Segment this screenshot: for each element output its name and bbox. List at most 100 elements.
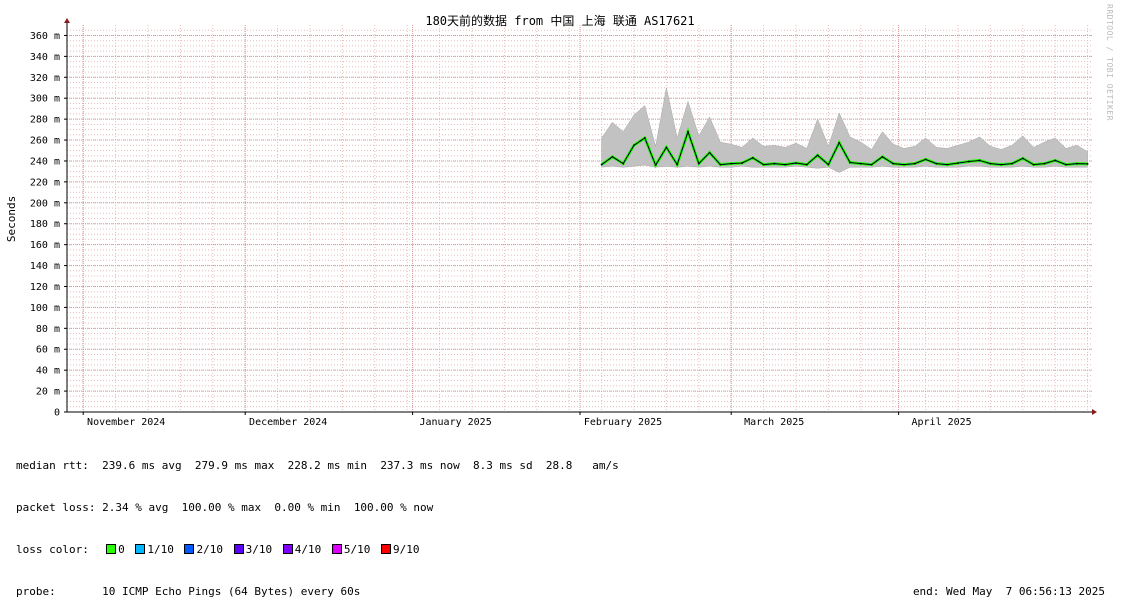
y-tick-label: 60 m (36, 345, 60, 356)
median-rtt-point (989, 162, 992, 165)
median-rtt-point (859, 162, 862, 165)
legend-loss-max: 100.00 % max (181, 501, 262, 514)
y-tick-label: 200 m (30, 198, 60, 209)
median-rtt-point (881, 155, 884, 158)
grid (67, 25, 1093, 412)
loss-color-label: 0 (118, 543, 132, 556)
median-rtt-point (762, 163, 765, 166)
median-rtt-point (903, 163, 905, 166)
legend-probe-label: probe: (16, 585, 56, 598)
loss-color-swatch (282, 544, 293, 554)
x-tick-label: December 2024 (249, 417, 327, 428)
median-rtt-point (773, 162, 776, 165)
y-tick-label: 260 m (30, 136, 60, 147)
loss-color-label: 2/10 (196, 543, 230, 556)
legend-median-avg: 239.6 ms avg (102, 459, 182, 472)
legend-probe-text: 10 ICMP Echo Pings (64 Bytes) every 60s (102, 585, 361, 598)
legend-color-label: loss color: (16, 543, 89, 556)
median-rtt-point (633, 144, 635, 147)
median-rtt-point (600, 163, 603, 166)
y-tick-label: 340 m (30, 52, 60, 63)
legend-loss-avg: 2.34 % avg (102, 501, 169, 514)
legend-median-row: median rtt: 239.6 ms avg 279.9 ms max 22… (16, 459, 1111, 473)
median-rtt-point (892, 162, 895, 165)
median-rtt-point (719, 163, 722, 166)
median-rtt-point (676, 163, 679, 166)
loss-color-label: 1/10 (147, 543, 181, 556)
y-axis-label: Seconds (5, 196, 18, 242)
loss-color-label: 4/10 (294, 543, 328, 556)
median-rtt-point (946, 163, 949, 166)
x-tick-label: April 2025 (911, 417, 971, 428)
median-rtt-point (611, 155, 614, 158)
median-rtt-point (643, 137, 646, 139)
loss-color-label: 9/10 (392, 543, 427, 556)
median-rtt-point (957, 162, 959, 164)
median-rtt-point (913, 162, 916, 165)
median-rtt-point (730, 162, 733, 165)
median-rtt-point (708, 151, 711, 154)
median-rtt-point (1011, 162, 1013, 165)
median-rtt-point (849, 161, 851, 164)
median-rtt-point (1054, 159, 1057, 162)
y-tick-label: 100 m (30, 303, 60, 314)
legend-loss-row: packet loss: 2.34 % avg 100.00 % max 0.0… (16, 501, 1111, 515)
median-rtt-point (687, 130, 689, 133)
x-tick-label: January 2025 (419, 417, 491, 428)
legend-loss-min: 0.00 % min (274, 501, 341, 514)
legend-color-row: loss color: 0 1/10 2/10 3/10 4/10 5/10 9… (16, 543, 1111, 557)
median-rtt-point (1021, 157, 1024, 160)
watermark: RRDTOOL / TOBI OETIKER (1105, 4, 1114, 121)
legend-loss-now: 100.00 % now (353, 501, 434, 514)
end-time: end: Wed May 7 06:56:13 2025 (912, 585, 1105, 598)
smokeping-chart: 0 20 m 40 m 60 m 80 m 100 m 120 m 140 m 160 m 180… (5, 13, 1097, 428)
y-tick-label: 40 m (36, 366, 60, 377)
x-axis-arrow (1092, 409, 1097, 415)
median-rtt-point (816, 154, 819, 157)
y-tick-label: 240 m (30, 156, 60, 167)
legend: median rtt: 239.6 ms avg 279.9 ms max 22… (16, 431, 1111, 613)
median-rtt-point (978, 159, 981, 162)
median-rtt-point (751, 156, 754, 159)
legend-median-label: median rtt: (16, 459, 89, 472)
median-rtt-point (1075, 162, 1078, 165)
axes: 0 20 m 40 m 60 m 80 m 100 m 120 m 140 m 160 m 180… (30, 18, 1097, 428)
legend-median-now: 237.3 ms now (380, 459, 460, 472)
y-tick-label: 320 m (30, 73, 60, 84)
loss-color-swatches: 0 1/10 2/10 3/10 4/10 5/10 9/10 (102, 543, 426, 556)
x-tick-label: November 2024 (87, 417, 165, 428)
median-rtt-point (827, 163, 830, 166)
y-axis-arrow (64, 18, 70, 23)
median-rtt-point (1000, 163, 1003, 166)
y-tick-label: 160 m (30, 240, 60, 251)
loss-color-swatch (106, 544, 117, 554)
loss-color-swatch (135, 544, 146, 554)
y-tick-label: 220 m (30, 177, 60, 188)
median-rtt-point (870, 163, 873, 166)
legend-probe-row: probe: 10 ICMP Echo Pings (64 Bytes) eve… (16, 585, 1111, 599)
median-rtt-point (1032, 163, 1035, 166)
y-tick-label: 300 m (30, 94, 60, 105)
median-rtt-point (967, 160, 970, 163)
legend-median-ams: 28.8 am/s (545, 459, 619, 472)
median-rtt-point (1043, 162, 1046, 165)
y-tick-label: 360 m (30, 31, 60, 42)
y-tick-label: 20 m (36, 387, 60, 398)
loss-color-swatch (233, 544, 244, 554)
loss-color-swatch (184, 544, 195, 554)
median-rtt-point (838, 141, 841, 144)
y-tick-label: 80 m (36, 324, 60, 335)
y-tick-label: 180 m (30, 219, 60, 230)
median-rtt-point (924, 158, 927, 161)
median-rtt-point (805, 163, 808, 166)
median-rtt-point (654, 164, 657, 167)
median-rtt-point (1065, 163, 1067, 166)
y-tick-label: 0 (54, 408, 60, 419)
loss-color-label: 5/10 (343, 543, 377, 556)
x-tick-label: February 2025 (584, 417, 662, 428)
median-rtt-point (795, 162, 797, 164)
median-rtt-point (1086, 163, 1089, 165)
chart-title: 180天前的数据 from 中国 上海 联通 AS17621 (425, 13, 694, 28)
loss-color-swatch (331, 544, 342, 554)
median-rtt-point (935, 162, 938, 165)
